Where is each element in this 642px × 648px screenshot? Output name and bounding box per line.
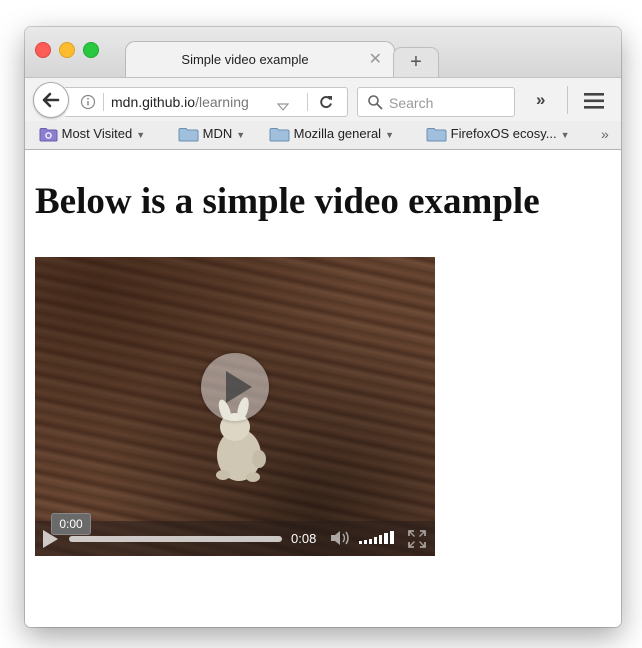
video-player[interactable]: 0:08 0:00 bbox=[35, 257, 435, 556]
url-text[interactable]: mdn.github.io/learning bbox=[111, 94, 249, 110]
back-arrow-icon bbox=[42, 92, 60, 108]
video-duration: 0:08 bbox=[291, 531, 317, 546]
search-icon bbox=[367, 94, 383, 115]
browser-window: Simple video example ✕ + mdn.github.io/l… bbox=[25, 27, 621, 627]
folder-icon bbox=[269, 128, 290, 142]
url-path: /learning bbox=[195, 94, 249, 110]
bookmarks-toolbar: Most Visited ▼ MDN ▼ Mozilla general ▼ Fire… bbox=[25, 121, 621, 150]
maximize-window-button[interactable] bbox=[83, 42, 99, 58]
page-heading: Below is a simple video example bbox=[35, 181, 540, 222]
video-controls: 0:08 bbox=[35, 521, 435, 556]
gear-folder-icon bbox=[39, 128, 58, 142]
toolbar-overflow-icon[interactable]: » bbox=[536, 90, 545, 110]
bookmark-mozilla-general[interactable]: Mozilla general ▼ bbox=[269, 126, 394, 142]
bookmark-mdn[interactable]: MDN ▼ bbox=[178, 126, 245, 142]
back-button[interactable] bbox=[33, 82, 69, 118]
bookmark-firefoxos[interactable]: FirefoxOS ecosy... ▼ bbox=[426, 126, 570, 142]
url-dropdown-icon[interactable] bbox=[276, 98, 290, 116]
tab-active[interactable]: Simple video example ✕ bbox=[125, 41, 395, 78]
close-icon[interactable]: ✕ bbox=[369, 49, 382, 69]
new-tab-button[interactable]: + bbox=[393, 47, 439, 78]
speaker-icon[interactable] bbox=[329, 529, 353, 552]
toolbar-separator bbox=[567, 86, 568, 114]
current-time-tooltip: 0:00 bbox=[51, 513, 91, 535]
folder-icon bbox=[426, 128, 447, 142]
url-host: mdn.github.io bbox=[111, 94, 196, 110]
url-separator bbox=[103, 93, 104, 111]
url-bar[interactable]: mdn.github.io/learning bbox=[65, 87, 348, 117]
navigation-toolbar: mdn.github.io/learning Search » bbox=[25, 77, 621, 122]
play-overlay-button[interactable] bbox=[201, 353, 269, 421]
hamburger-menu-icon[interactable] bbox=[584, 93, 604, 114]
bookmark-label: Mozilla general bbox=[293, 126, 382, 141]
title-bar: Simple video example ✕ + bbox=[25, 27, 621, 78]
chevron-down-icon: ▼ bbox=[236, 129, 246, 140]
url-separator bbox=[307, 93, 308, 111]
play-icon bbox=[226, 371, 252, 403]
info-icon[interactable] bbox=[80, 94, 96, 115]
reload-icon[interactable] bbox=[318, 94, 334, 115]
bookmark-label: Most Visited bbox=[61, 126, 133, 141]
close-window-button[interactable] bbox=[35, 42, 51, 58]
bookmark-label: MDN bbox=[202, 126, 233, 141]
tab-title: Simple video example bbox=[181, 52, 309, 67]
chevron-down-icon: ▼ bbox=[385, 129, 394, 140]
minimize-window-button[interactable] bbox=[59, 42, 75, 58]
progress-scrubber[interactable] bbox=[69, 536, 282, 542]
chevron-down-icon: ▼ bbox=[136, 129, 146, 140]
bookmark-label: FirefoxOS ecosy... bbox=[450, 126, 557, 141]
bookmarks-overflow-icon[interactable]: » bbox=[601, 126, 609, 142]
bookmark-most-visited[interactable]: Most Visited ▼ bbox=[39, 126, 145, 142]
search-bar[interactable]: Search bbox=[357, 87, 515, 117]
volume-slider-icon[interactable] bbox=[359, 530, 401, 552]
search-input[interactable]: Search bbox=[389, 95, 433, 111]
chevron-down-icon: ▼ bbox=[560, 129, 570, 140]
folder-icon bbox=[178, 128, 199, 142]
page-content: Below is a simple video example 0:08 0:0… bbox=[25, 150, 621, 627]
fullscreen-icon[interactable] bbox=[408, 530, 426, 553]
